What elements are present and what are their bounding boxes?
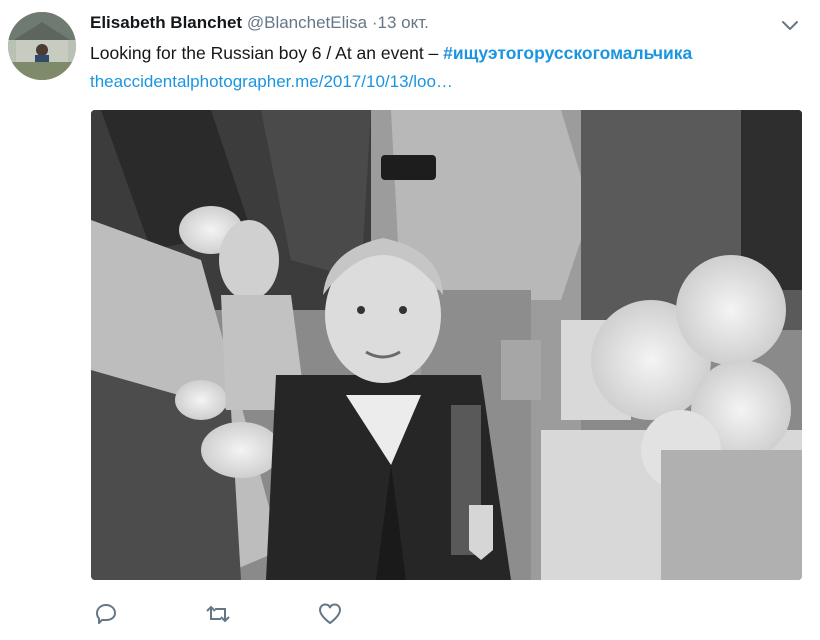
avatar[interactable] (8, 12, 76, 80)
reply-icon[interactable] (93, 601, 119, 627)
avatar-image (8, 12, 76, 80)
photo-image (91, 110, 802, 580)
tweet-photo[interactable] (91, 110, 802, 580)
heart-icon[interactable] (317, 601, 343, 627)
tweet-date[interactable]: 13 окт. (378, 13, 429, 32)
hashtag-link[interactable]: #ищуэтогорусскогомальчика (443, 43, 692, 63)
chevron-down-icon[interactable] (778, 14, 802, 38)
author-name[interactable]: Elisabeth Blanchet (90, 13, 242, 32)
tweet-url-link[interactable]: theaccidentalphotographer.me/2017/10/13/… (90, 72, 453, 92)
retweet-icon[interactable] (205, 601, 231, 627)
tweet-text-body: Looking for the Russian boy 6 / At an ev… (90, 43, 444, 63)
author-handle[interactable]: @BlanchetElisa (247, 13, 367, 32)
tweet-text: Looking for the Russian boy 6 / At an ev… (90, 43, 692, 64)
tweet-header: Elisabeth Blanchet @BlanchetElisa ·13 ок… (90, 13, 429, 33)
